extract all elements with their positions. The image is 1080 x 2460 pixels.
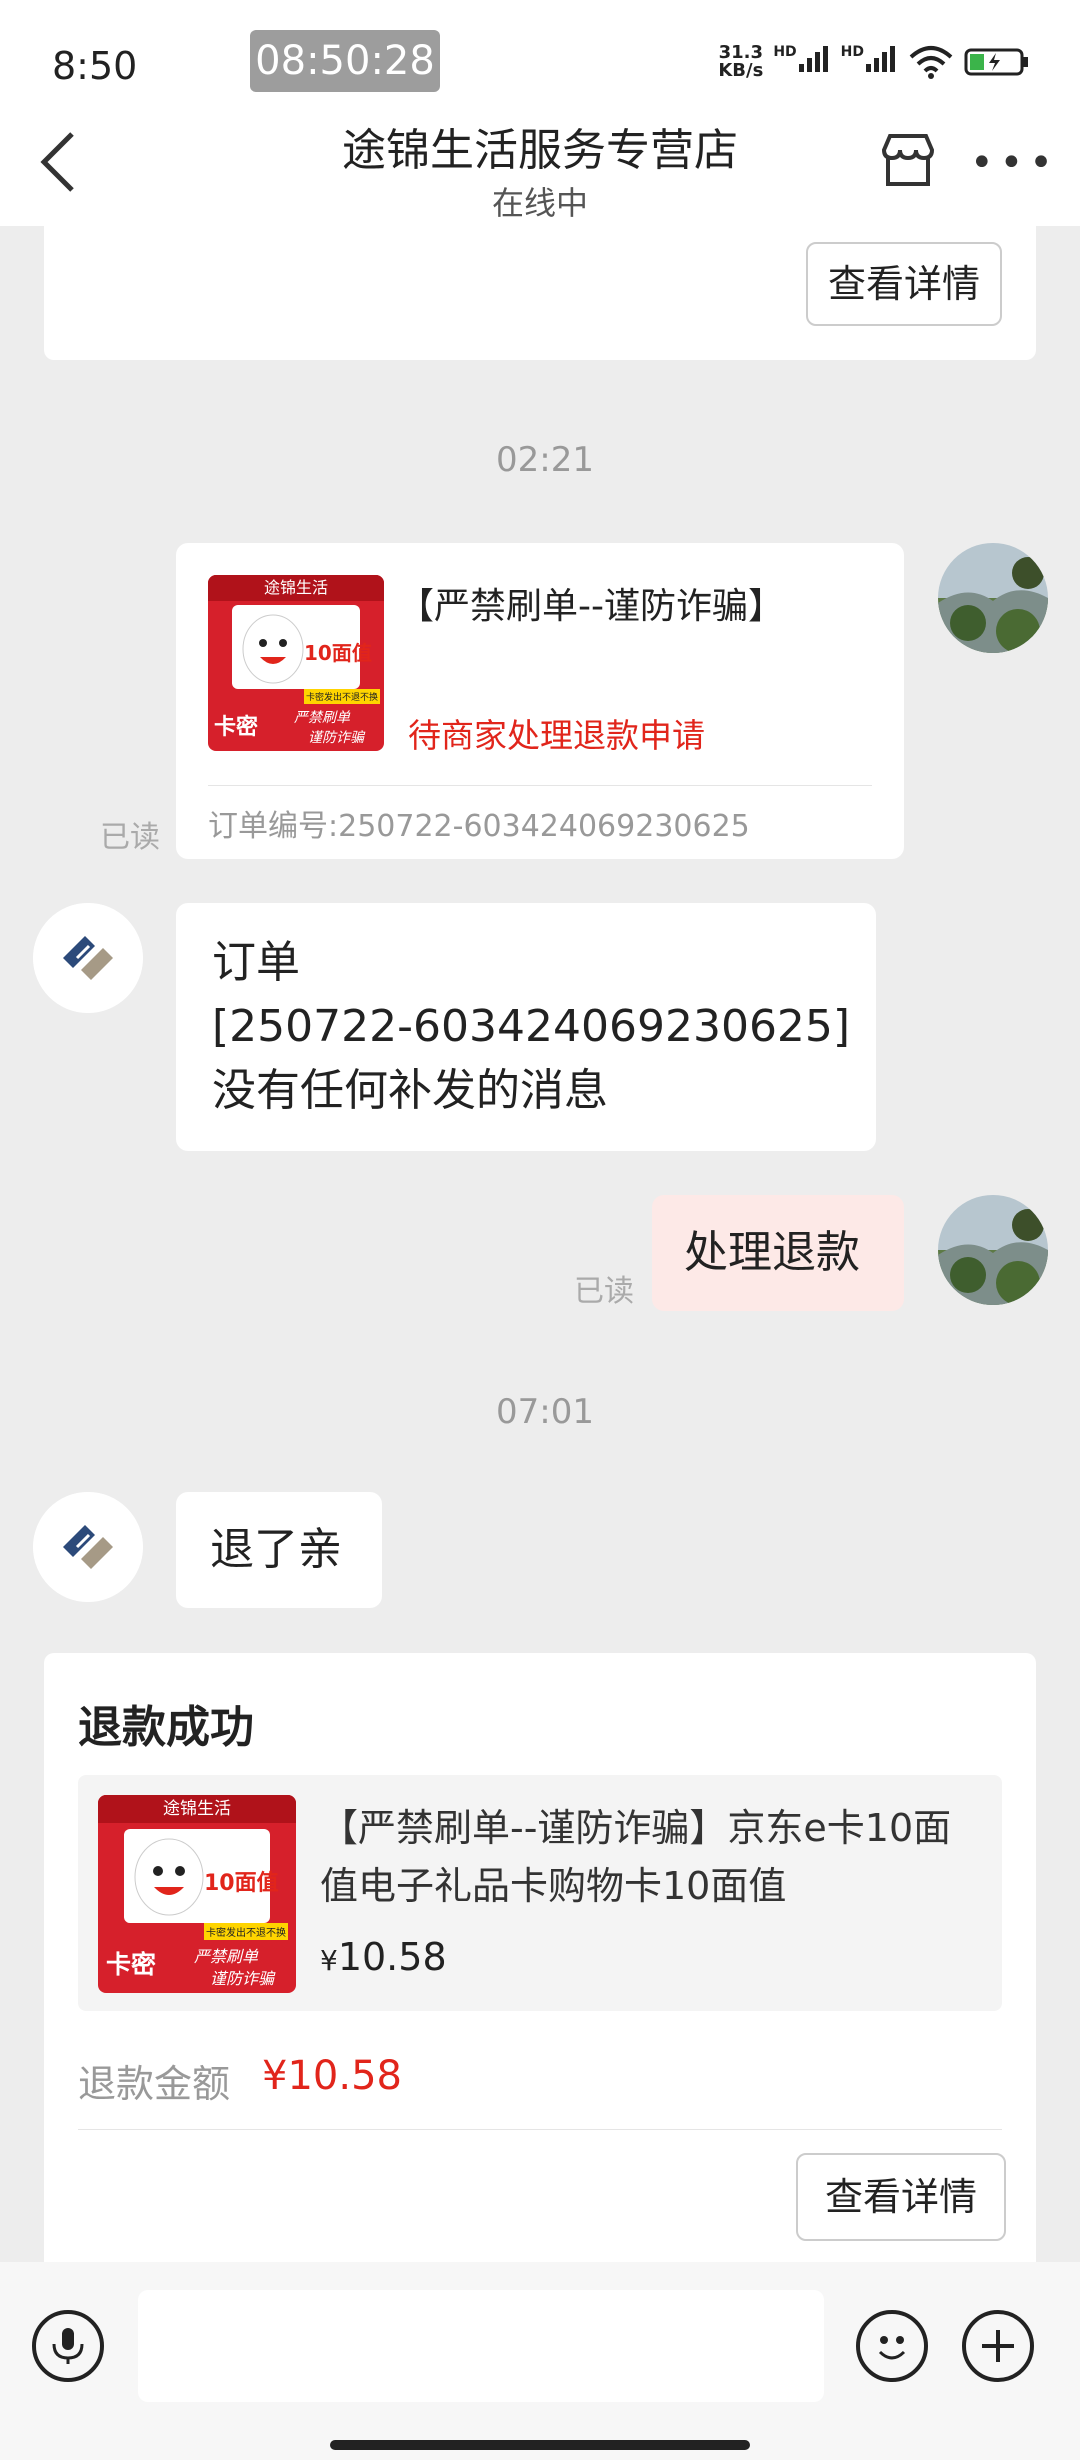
plus-icon	[982, 2330, 1014, 2362]
shop-avatar[interactable]	[33, 1492, 143, 1602]
plus-button[interactable]	[962, 2310, 1034, 2382]
timestamp: 07:01	[496, 1392, 594, 1432]
signal-icon: HD	[773, 44, 830, 80]
emoji-button[interactable]	[856, 2310, 928, 2382]
message-input[interactable]	[138, 2290, 824, 2402]
order-product-title: 【严禁刷单--谨防诈骗】	[398, 586, 784, 627]
wifi-icon	[909, 46, 953, 79]
timestamp: 02:21	[496, 440, 594, 480]
microphone-icon	[52, 2328, 84, 2364]
refund-amount-label: 退款金额	[78, 2062, 231, 2106]
my-message[interactable]: 处理退款	[652, 1195, 904, 1311]
store-icon[interactable]	[876, 128, 940, 192]
shop-message[interactable]: 订单 [250722-603424069230625] 没有任何补发的消息	[176, 903, 876, 1151]
more-options-icon[interactable]: •••	[970, 140, 1059, 186]
home-indicator[interactable]	[330, 2440, 750, 2450]
message-text: 退了亲	[210, 1524, 342, 1575]
screen-recording-time: 08:50:28	[250, 30, 440, 92]
refund-card[interactable]: 退款成功 途锦生活 10面值 卡密发出不退不换 卡密 严禁刷单 谨防诈骗 【严禁…	[44, 1653, 1036, 2262]
my-avatar[interactable]	[938, 1195, 1048, 1305]
my-avatar[interactable]	[938, 543, 1048, 653]
product-thumbnail: 途锦生活 10面值 卡密发出不退不换 卡密 严禁刷单 谨防诈骗	[208, 575, 384, 751]
product-thumbnail: 途锦生活 10面值 卡密发出不退不换 卡密 严禁刷单 谨防诈骗	[98, 1795, 296, 1993]
mascot-icon	[134, 1838, 204, 1916]
input-bar	[0, 2262, 1080, 2460]
read-receipt: 已读	[574, 1274, 634, 1309]
chat-header: 途锦生活服务专营店 在线中 •••	[0, 100, 1080, 226]
network-speed: 31.3 KB/s	[718, 42, 764, 81]
order-status: 待商家处理退款申请	[408, 716, 705, 755]
voice-button[interactable]	[32, 2310, 104, 2382]
refund-amount-value: ¥10.58	[262, 2053, 402, 2099]
order-number: 订单编号:250722-603424069230625	[208, 809, 750, 844]
order-card-message[interactable]: 途锦生活 10面值 卡密发出不退不换 卡密 严禁刷单 谨防诈骗 【严禁刷单--谨…	[176, 543, 904, 859]
message-text-line: 订单	[212, 937, 300, 988]
price-value: 10.58	[337, 1935, 447, 1979]
currency-symbol: ¥	[320, 1944, 338, 1977]
message-text-line: [250722-603424069230625]	[212, 1001, 851, 1052]
message-text-line: 没有任何补发的消息	[212, 1065, 608, 1116]
read-receipt: 已读	[100, 820, 160, 855]
refund-title: 退款成功	[78, 1702, 254, 1753]
shop-avatar[interactable]	[33, 903, 143, 1013]
view-details-button[interactable]: 查看详情	[796, 2153, 1006, 2241]
product-name: 【严禁刷单--谨防诈骗】京东e卡10面值电子礼品卡购物卡10面值	[320, 1806, 952, 1908]
mascot-icon	[242, 614, 304, 684]
shop-message[interactable]: 退了亲	[176, 1492, 382, 1608]
smiley-icon	[878, 2336, 906, 2360]
status-icons: 31.3 KB/s HD HD	[718, 44, 1030, 80]
product-panel[interactable]: 途锦生活 10面值 卡密发出不退不换 卡密 严禁刷单 谨防诈骗 【严禁刷单--谨…	[78, 1775, 1002, 2011]
divider	[208, 785, 872, 786]
divider	[78, 2129, 1002, 2130]
product-price: ¥10.58	[320, 1935, 447, 1979]
message-text: 处理退款	[684, 1227, 860, 1278]
signal-icon-2: HD	[841, 44, 898, 80]
previous-card: 查看详情	[44, 226, 1036, 360]
status-time: 8:50	[52, 44, 138, 88]
view-details-button[interactable]: 查看详情	[806, 242, 1002, 326]
battery-icon	[964, 48, 1028, 76]
